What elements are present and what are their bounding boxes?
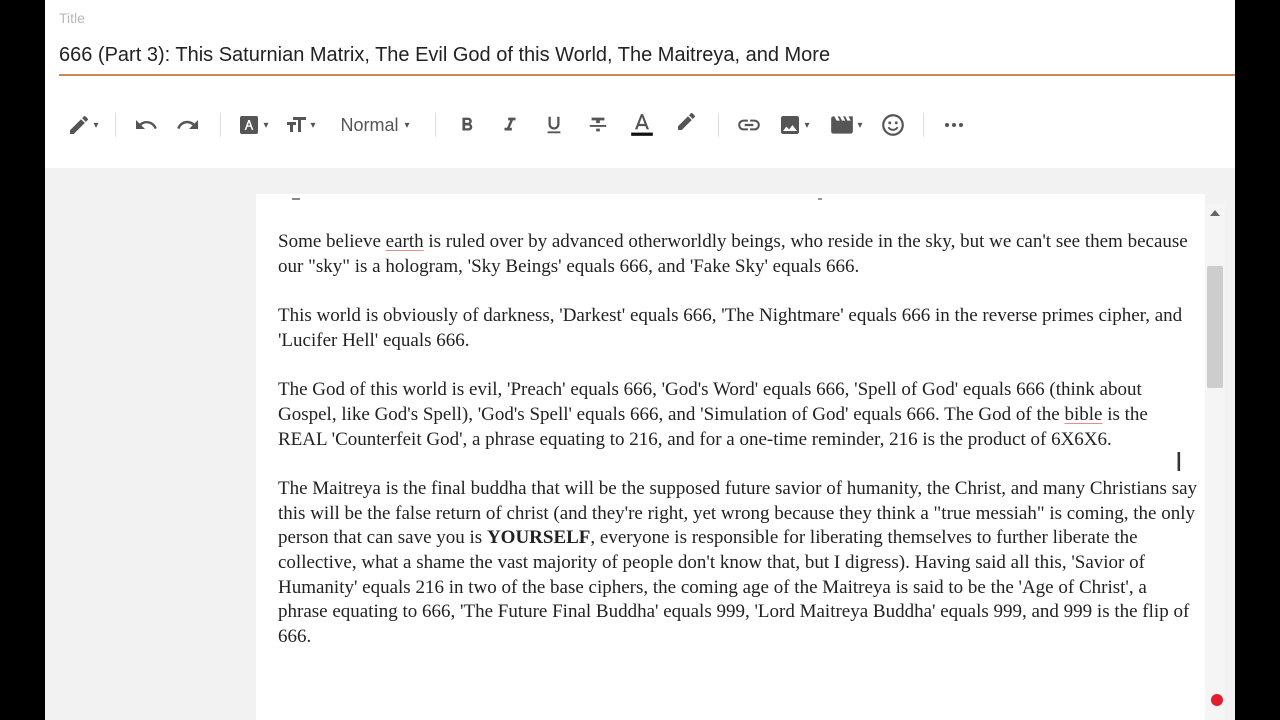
insert-image-button[interactable]: ▾ [769, 107, 819, 143]
document-body[interactable]: Some believe earth is ruled over by adva… [278, 230, 1198, 674]
toolbar-divider [220, 113, 221, 137]
italic-button[interactable] [488, 107, 532, 143]
insert-link-button[interactable] [729, 107, 769, 143]
title-label: Title [59, 10, 85, 26]
chevron-down-icon: ▾ [404, 119, 410, 131]
bold-icon [456, 114, 478, 136]
chevron-down-icon: ▾ [804, 119, 810, 131]
scrollbar-thumb[interactable] [1207, 266, 1223, 388]
strikethrough-icon [587, 114, 609, 136]
chevron-down-icon: ▾ [857, 119, 863, 131]
clipped-text-fragment [292, 198, 300, 200]
underline-icon [543, 114, 565, 136]
paragraph: The God of this world is evil, 'Preach' … [278, 379, 1148, 450]
toolbar-divider [718, 113, 719, 137]
highlight-button[interactable] [664, 107, 708, 143]
editor-window: Title 666 (Part 3): This Saturnian Matri… [45, 0, 1235, 720]
text-color-block-icon [237, 113, 261, 137]
redo-button[interactable] [166, 107, 210, 143]
toolbar-divider [435, 113, 436, 137]
chevron-down-icon: ▾ [93, 119, 99, 131]
more-options-button[interactable] [934, 107, 974, 143]
video-icon [829, 112, 855, 138]
title-input[interactable]: 666 (Part 3): This Saturnian Matrix, The… [59, 44, 830, 67]
formatting-toolbar: ▾ ▾ ▾ Normal ▾ ▾ ▾ [45, 100, 1235, 150]
redo-icon [176, 113, 200, 137]
vertical-scrollbar[interactable] [1205, 204, 1225, 720]
title-underline [59, 74, 1235, 76]
image-icon [778, 113, 802, 137]
insert-video-button[interactable]: ▾ [819, 107, 873, 143]
strikethrough-button[interactable] [576, 107, 620, 143]
chevron-down-icon: ▾ [263, 119, 269, 131]
insert-emoji-button[interactable] [873, 107, 913, 143]
text-size-icon [284, 113, 308, 137]
paragraph-format-dropdown[interactable]: Normal ▾ [325, 107, 425, 143]
record-indicator-icon [1211, 694, 1223, 706]
misspelled-word[interactable]: earth [386, 231, 424, 252]
pencil-mode-button[interactable]: ▾ [61, 107, 105, 143]
emoji-icon [880, 112, 906, 138]
paragraph: The Maitreya is the final buddha that wi… [278, 478, 1198, 647]
text-cursor-icon: I [1175, 448, 1183, 478]
toolbar-divider [115, 113, 116, 137]
document-page[interactable]: Some believe earth is ruled over by adva… [256, 194, 1205, 720]
paragraph: This world is obviously of darkness, 'Da… [278, 305, 1183, 351]
clipped-text-fragment [818, 198, 822, 200]
text-color-block-button[interactable]: ▾ [231, 107, 275, 143]
italic-icon [499, 114, 521, 136]
undo-button[interactable] [126, 107, 166, 143]
chevron-down-icon: ▾ [310, 119, 316, 131]
text-size-button[interactable]: ▾ [275, 107, 325, 143]
font-color-button[interactable] [620, 107, 664, 143]
paragraph: Some believe earth is ruled over by adva… [278, 231, 1188, 277]
highlighter-icon [674, 113, 698, 137]
underline-button[interactable] [532, 107, 576, 143]
toolbar-divider [923, 113, 924, 137]
paragraph-format-label: Normal [340, 114, 399, 135]
link-icon [736, 112, 762, 138]
misspelled-word[interactable]: bible [1064, 404, 1102, 425]
font-color-icon [629, 112, 655, 138]
undo-icon [134, 113, 158, 137]
bold-word: YOURSELF [486, 527, 591, 549]
more-icon [942, 113, 966, 137]
bold-button[interactable] [446, 107, 488, 143]
pencil-icon [67, 113, 91, 137]
scroll-up-arrow-icon[interactable] [1210, 210, 1220, 216]
